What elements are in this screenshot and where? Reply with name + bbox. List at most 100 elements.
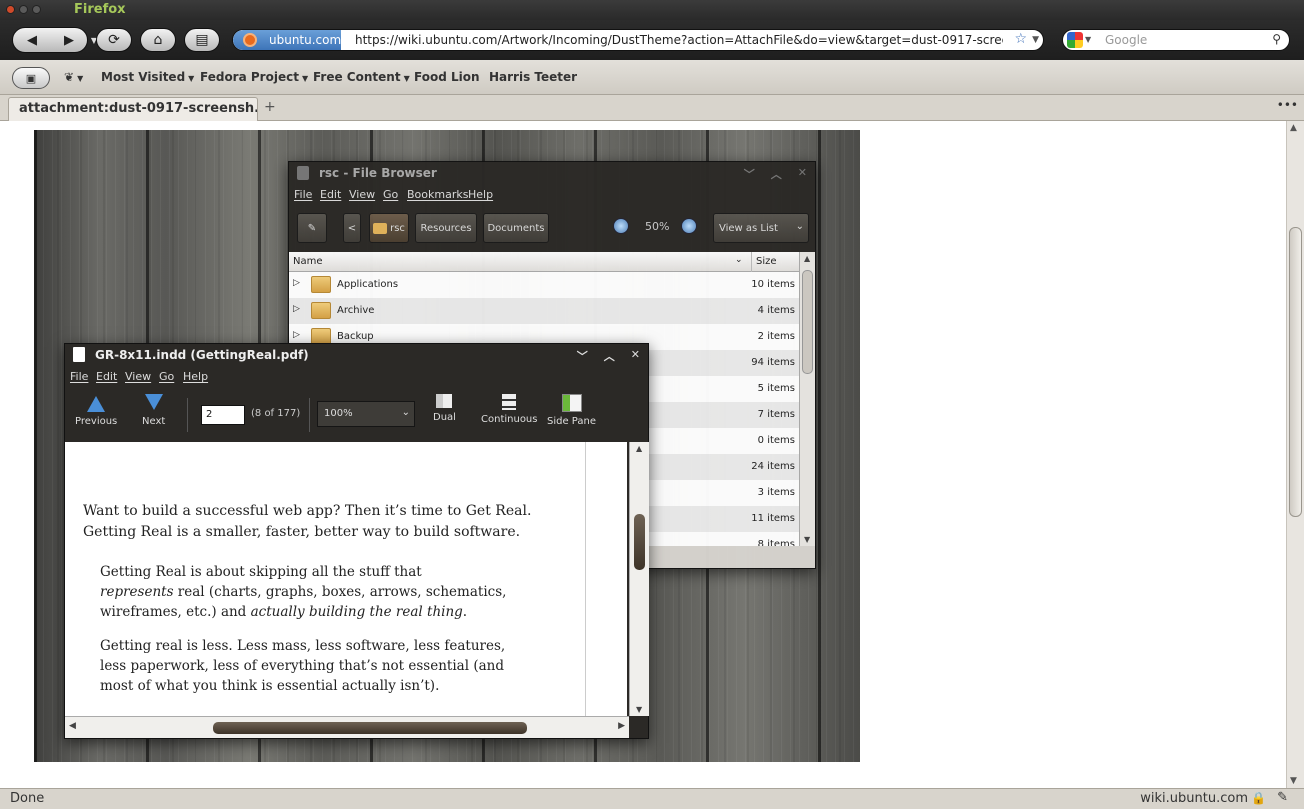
chevron-down-icon: ▼ <box>403 74 410 83</box>
zoom-in-icon[interactable] <box>681 218 697 234</box>
status-domain: wiki.ubuntu.com <box>1140 791 1248 806</box>
lock-icon[interactable]: 🔒 <box>1251 791 1266 805</box>
close-icon[interactable]: ✕ <box>631 348 640 364</box>
scroll-down-icon[interactable]: ▼ <box>804 535 810 544</box>
bookmark-free-content[interactable]: Free Content ▼ <box>313 70 410 84</box>
url-input[interactable]: https://wiki.ubuntu.com/Artwork/Incoming… <box>355 33 1003 47</box>
column-size-header[interactable]: Size <box>751 252 799 272</box>
minimize-icon[interactable]: ﹀ <box>744 166 755 182</box>
expand-triangle-icon[interactable]: ▷ <box>293 278 300 288</box>
file-row[interactable]: ▷ Archive 4 items <box>289 298 799 324</box>
document-viewer-menubar: File Edit View Go Help <box>65 367 648 387</box>
previous-page-button[interactable]: Previous <box>75 394 117 427</box>
menu-file[interactable]: File <box>294 188 312 201</box>
minimize-icon[interactable]: ﹀ <box>577 348 588 364</box>
bookmark-fedora-project[interactable]: Fedora Project ▼ <box>200 70 308 84</box>
menu-view[interactable]: View <box>125 370 151 383</box>
minimize-window-icon[interactable] <box>19 5 28 14</box>
scroll-down-icon[interactable]: ▼ <box>636 705 642 714</box>
folder-icon <box>311 302 331 319</box>
body-text: wireframes, etc.) and <box>100 604 251 620</box>
expand-triangle-icon[interactable]: ▷ <box>293 330 300 340</box>
file-size: 4 items <box>757 305 795 316</box>
file-list-scrollbar[interactable]: ▲ ▼ <box>799 252 815 546</box>
bookmark-harris-teeter[interactable]: Harris Teeter <box>489 70 577 84</box>
gnome-foot-icon[interactable]: ❦ ▼ <box>64 70 83 84</box>
menu-edit[interactable]: Edit <box>320 188 341 201</box>
column-name-header[interactable]: Name <box>293 256 323 267</box>
bookmarks-menu-button[interactable]: ▣ <box>12 67 50 89</box>
scroll-up-icon[interactable]: ▲ <box>804 254 810 263</box>
italic-text: actually building the real thing <box>250 604 463 620</box>
search-engine-dropdown-icon[interactable]: ▼ <box>1085 35 1091 44</box>
menu-view[interactable]: View <box>349 188 375 201</box>
scrollbar-thumb[interactable] <box>213 722 527 734</box>
page-number-input[interactable]: 2 <box>201 405 245 425</box>
document-vertical-scrollbar[interactable]: ▲ ▼ <box>629 442 649 716</box>
path-resources-button[interactable]: Resources <box>415 213 477 243</box>
path-back-button[interactable]: < <box>343 213 361 243</box>
file-name: Archive <box>337 305 375 316</box>
search-input[interactable]: Google <box>1105 33 1147 47</box>
maximize-icon[interactable]: ︿ <box>604 348 615 364</box>
scroll-up-icon[interactable]: ▲ <box>1290 123 1297 133</box>
maximize-icon[interactable]: ︿ <box>771 166 782 182</box>
zoom-select[interactable]: 100% ⌄ <box>317 401 415 427</box>
file-browser-titlebar: rsc - File Browser ﹀ ︿ ✕ <box>289 162 815 184</box>
document-viewer-toolbar: Previous Next 2 (8 of 177) 100% ⌄ Dual C… <box>65 388 648 442</box>
path-documents-button[interactable]: Documents <box>483 213 549 243</box>
document-page[interactable]: Want to build a successful web app? Then… <box>65 442 627 716</box>
home-icon[interactable]: ⌂ <box>140 28 176 52</box>
site-identity-button[interactable]: ubuntu.com <box>233 30 341 50</box>
new-tab-button[interactable]: + <box>264 99 276 115</box>
print-icon[interactable]: ▤ <box>184 28 220 52</box>
menu-edit[interactable]: Edit <box>96 370 117 383</box>
magnifier-icon[interactable]: ⚲ <box>1272 32 1281 46</box>
bookmark-star-icon[interactable]: ☆ <box>1014 31 1027 47</box>
zoom-out-icon[interactable] <box>613 218 629 234</box>
scroll-left-icon[interactable]: ◀ <box>69 721 76 731</box>
path-rsc-button[interactable]: rsc <box>369 213 409 243</box>
page-scrollbar[interactable]: ▲ ▼ <box>1286 121 1304 788</box>
bookmark-most-visited[interactable]: Most Visited ▼ <box>101 70 194 84</box>
next-page-button[interactable]: Next <box>142 394 165 427</box>
scroll-down-icon[interactable]: ▼ <box>1290 776 1297 786</box>
view-mode-select[interactable]: View as List ⌄ <box>713 213 809 243</box>
menu-help[interactable]: Help <box>468 188 493 201</box>
close-icon[interactable]: ✕ <box>798 166 807 182</box>
side-pane-button[interactable]: Side Pane <box>547 394 596 427</box>
menu-file[interactable]: File <box>70 370 88 383</box>
tab-attachment[interactable]: attachment:dust-0917-screensh... <box>8 97 258 121</box>
file-row[interactable]: ▷ Applications 10 items <box>289 272 799 298</box>
zoom-level: 50% <box>645 220 670 233</box>
search-bar[interactable]: ▼ Google ⚲ <box>1062 29 1290 51</box>
document-horizontal-scrollbar[interactable]: ◀ ▶ <box>65 716 629 738</box>
scrollbar-thumb[interactable] <box>802 270 813 374</box>
expand-triangle-icon[interactable]: ▷ <box>293 304 300 314</box>
reload-icon[interactable]: ⟳ <box>96 28 132 52</box>
menu-help[interactable]: Help <box>183 370 208 383</box>
menu-go[interactable]: Go <box>159 370 174 383</box>
maximize-window-icon[interactable] <box>32 5 41 14</box>
url-dropdown-icon[interactable]: ▼ <box>1032 35 1039 45</box>
menu-go[interactable]: Go <box>383 188 398 201</box>
edit-page-icon[interactable]: ✎ <box>1277 790 1288 805</box>
scroll-right-icon[interactable]: ▶ <box>618 721 625 731</box>
scrollbar-thumb[interactable] <box>1289 227 1302 517</box>
location-edit-icon[interactable]: ✎ <box>297 213 327 243</box>
menu-bookmarks[interactable]: Bookmarks <box>407 188 468 201</box>
bookmarks-toolbar: ▣ ❦ ▼ Most Visited ▼ Fedora Project ▼ Free … <box>0 60 1304 95</box>
bookmark-label: Fedora Project <box>200 70 299 84</box>
scrollbar-thumb[interactable] <box>634 514 645 570</box>
google-icon[interactable] <box>1067 32 1083 48</box>
url-bar[interactable]: ubuntu.com https://wiki.ubuntu.com/Artwo… <box>232 29 1044 51</box>
forward-icon[interactable]: ▶ <box>51 28 87 52</box>
tab-list-button[interactable]: ••• <box>1277 98 1298 112</box>
continuous-button[interactable]: Continuous <box>481 394 537 425</box>
back-icon[interactable]: ◀ <box>13 28 51 52</box>
scroll-up-icon[interactable]: ▲ <box>636 444 642 453</box>
close-window-icon[interactable] <box>6 5 15 14</box>
bookmark-food-lion[interactable]: Food Lion <box>414 70 480 84</box>
dual-page-button[interactable]: Dual <box>433 394 456 423</box>
continuous-icon <box>502 394 517 410</box>
